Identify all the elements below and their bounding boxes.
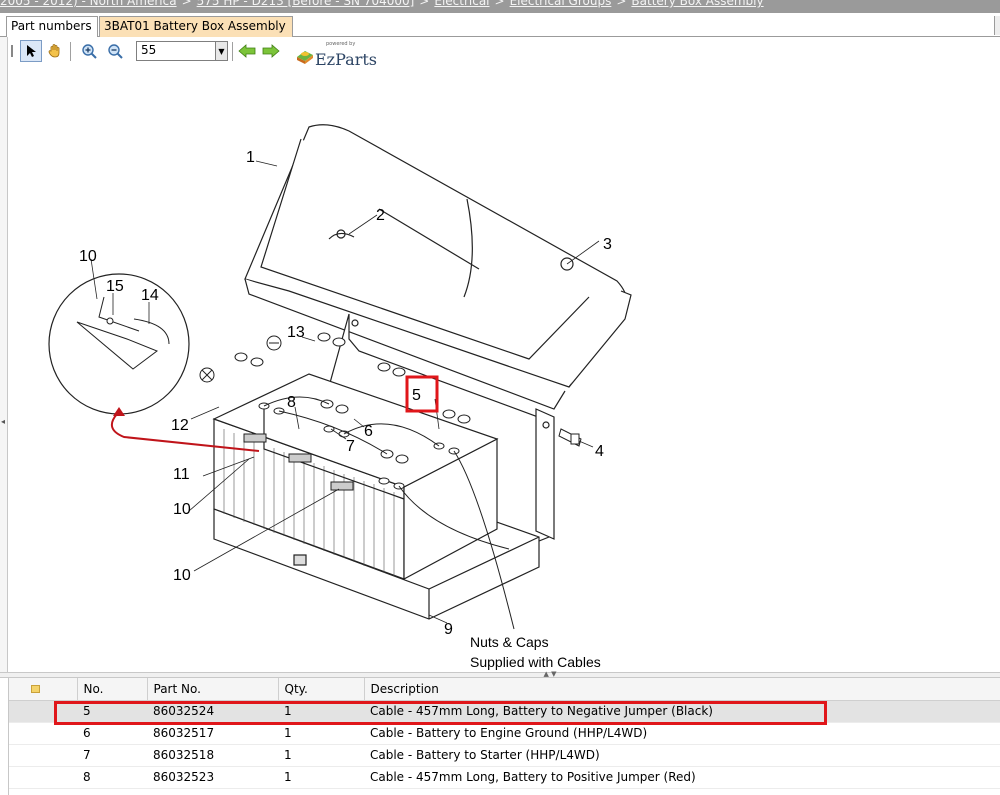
row-icon-cell [9, 722, 77, 745]
cell-part-no: 86032523 [147, 766, 278, 789]
powered-by-label: powered by [326, 41, 356, 47]
cell-description: Cable - Battery to Starter (HHP/L4WD) [364, 744, 1000, 767]
callout-14[interactable]: 14 [141, 287, 159, 304]
breadcrumb-separator: > [419, 0, 430, 8]
previous-arrow-icon[interactable] [236, 40, 258, 62]
tab-part-numbers[interactable]: Part numbers [6, 16, 98, 37]
parts-diagram[interactable]: 1 2 3 4 5 6 7 8 9 10 10 10 11 12 13 14 1… [9, 69, 1000, 672]
callout-4[interactable]: 4 [595, 443, 604, 460]
column-header-icon[interactable] [9, 678, 78, 701]
note-nuts-caps: Nuts & Caps [470, 634, 549, 650]
breadcrumb-link-model[interactable]: 2005 - 2012) - North America [0, 0, 177, 8]
table-header-row: No. Part No. Qty. Description [9, 678, 1000, 701]
cell-qty: 1 [278, 700, 364, 723]
toolbar-divider [232, 42, 233, 61]
cell-qty: 1 [278, 744, 364, 767]
table-row[interactable]: 8 86032523 1 Cable - 457mm Long, Battery… [9, 766, 1000, 789]
callout-5[interactable]: 5 [412, 387, 421, 404]
callout-15[interactable]: 15 [106, 278, 124, 295]
select-arrow-icon[interactable] [20, 40, 42, 62]
callout-10-upper[interactable]: 10 [173, 501, 191, 518]
zoom-out-icon[interactable] [104, 40, 126, 62]
breadcrumb-link-battery-box[interactable]: Battery Box Assembly [631, 0, 763, 8]
table-row[interactable]: 5 86032524 1 Cable - 457mm Long, Battery… [9, 700, 1000, 723]
column-header-description[interactable]: Description [364, 678, 1000, 701]
ezparts-brand: EzParts [315, 50, 377, 69]
cell-description: Cable - 457mm Long, Battery to Negative … [364, 700, 1000, 723]
battery-box-illustration: 1 2 3 4 5 6 7 8 9 10 10 10 11 12 13 14 1… [48, 124, 634, 670]
column-header-no[interactable]: No. [77, 678, 148, 701]
callout-9[interactable]: 9 [444, 621, 453, 638]
cell-no: 7 [77, 744, 147, 767]
callout-7[interactable]: 7 [346, 438, 355, 455]
breadcrumb: 2005 - 2012) - North America >575 HP - D2… [0, 0, 1000, 13]
cell-part-no: 86032524 [147, 700, 278, 723]
callout-13[interactable]: 13 [287, 324, 305, 341]
callout-6[interactable]: 6 [364, 423, 373, 440]
toolbar-divider [70, 42, 71, 61]
breadcrumb-separator: > [494, 0, 505, 8]
callout-10-lower[interactable]: 10 [173, 567, 191, 584]
callout-1[interactable]: 1 [246, 149, 255, 166]
column-header-part-no[interactable]: Part No. [147, 678, 279, 701]
breadcrumb-link-electrical-groups[interactable]: Electrical Groups [510, 0, 612, 8]
callout-3[interactable]: 3 [603, 236, 612, 253]
zoom-dropdown-button[interactable]: ▼ [215, 41, 228, 61]
ezparts-logo-icon [295, 47, 315, 68]
cell-no: 6 [77, 722, 147, 745]
cell-description: Cable - 457mm Long, Battery to Positive … [364, 766, 1000, 789]
breadcrumb-separator: > [616, 0, 627, 8]
parts-table: No. Part No. Qty. Description 5 86032524… [8, 678, 1000, 795]
tab-bar: Part numbers 3BAT01 Battery Box Assembly [0, 13, 1000, 37]
cell-qty: 1 [278, 766, 364, 789]
cell-description: Cable - Battery to Engine Ground (HHP/L4… [364, 722, 1000, 745]
tab-scroll-button[interactable] [994, 16, 1000, 35]
row-icon-cell [9, 766, 77, 789]
next-arrow-icon[interactable] [260, 40, 282, 62]
zoom-in-icon[interactable] [78, 40, 100, 62]
callout-8[interactable]: 8 [287, 394, 296, 411]
note-supplied-cables: Supplied with Cables [470, 654, 601, 670]
cell-no: 5 [77, 700, 147, 723]
callout-12[interactable]: 12 [171, 417, 189, 434]
cell-part-no: 86032517 [147, 722, 278, 745]
left-collapse-strip[interactable]: ◂ [0, 37, 8, 672]
breadcrumb-separator: > [181, 0, 192, 8]
table-row[interactable]: 7 86032518 1 Cable - Battery to Starter … [9, 744, 1000, 767]
folder-icon [31, 684, 40, 693]
breadcrumb-link-electrical[interactable]: Electrical [434, 0, 489, 8]
cell-qty: 1 [278, 722, 364, 745]
viewer-toolbar: 55 ▼ powered by EzParts [8, 39, 408, 69]
callout-10-detail[interactable]: 10 [79, 248, 97, 265]
cell-part-no: 86032518 [147, 744, 278, 767]
callout-2[interactable]: 2 [376, 207, 385, 224]
table-row[interactable]: 6 86032517 1 Cable - Battery to Engine G… [9, 722, 1000, 745]
tab-battery-box-assembly[interactable]: 3BAT01 Battery Box Assembly [99, 16, 293, 37]
row-icon-cell [9, 744, 77, 767]
breadcrumb-link-engine[interactable]: 575 HP - D213 [Before - SN 704000] [197, 0, 415, 8]
row-icon-cell [9, 700, 77, 723]
toolbar-grip-icon [8, 40, 16, 62]
callout-11[interactable]: 11 [173, 466, 190, 483]
collapse-arrow-icon[interactable]: ◂ [1, 417, 5, 426]
zoom-level-input[interactable]: 55 [136, 41, 216, 61]
column-header-qty[interactable]: Qty. [278, 678, 365, 701]
cell-no: 8 [77, 766, 147, 789]
pan-hand-icon[interactable] [44, 40, 66, 62]
